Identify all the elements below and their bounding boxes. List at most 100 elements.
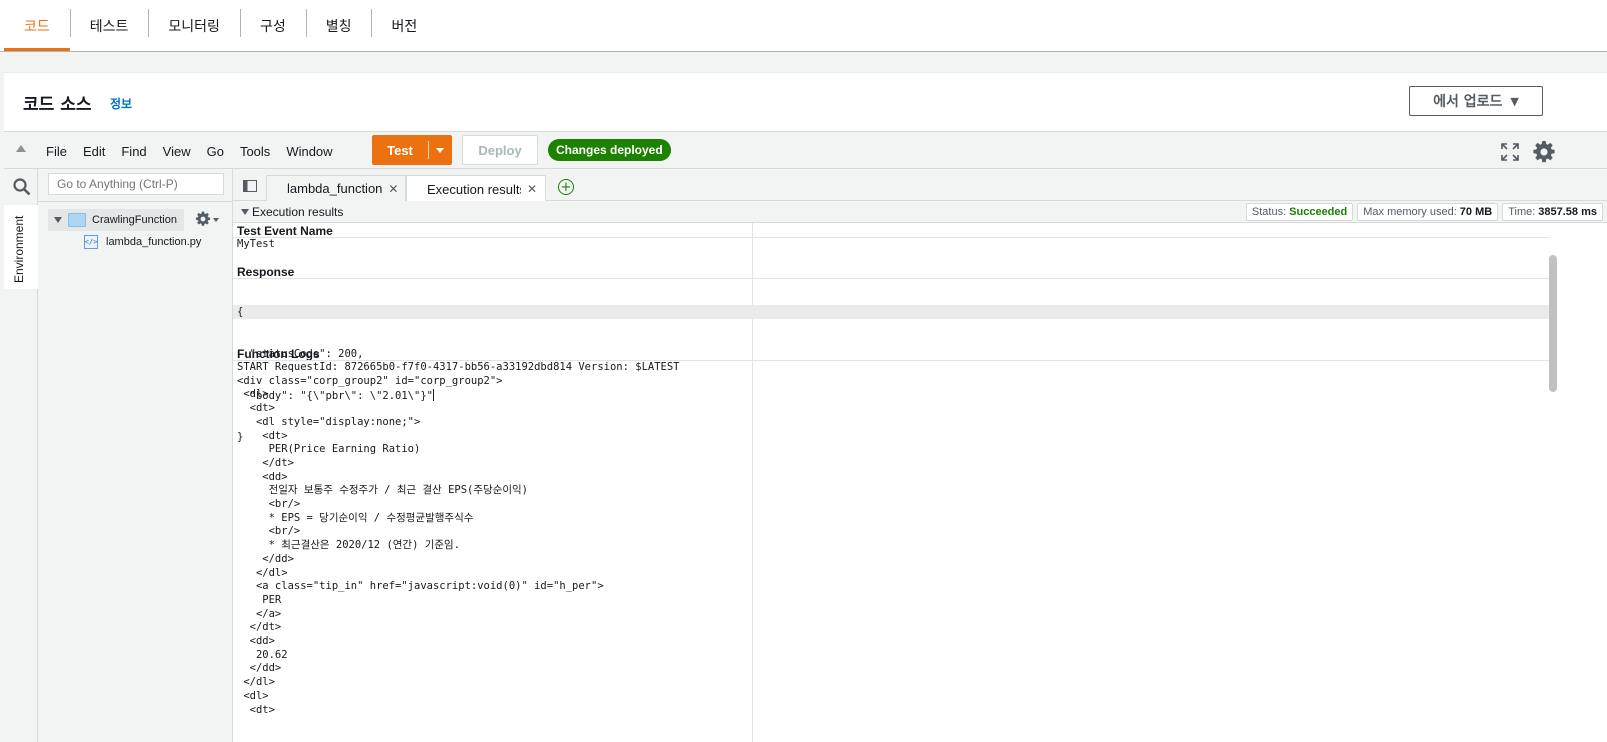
tab-configuration[interactable]: 구성 [239,1,306,51]
python-file-icon: </> [84,235,98,249]
tab-aliases[interactable]: 별칭 [305,1,372,51]
menu-find[interactable]: Find [113,144,154,159]
add-tab-icon[interactable]: + [558,179,574,195]
tree-gear-caret-icon[interactable] [213,218,219,222]
upload-button-label: 에서 업로드 [1433,94,1503,110]
fullscreen-icon[interactable] [1501,143,1519,161]
results-title: Execution results [252,205,344,219]
page-title: 코드 소스 [23,95,92,115]
function-logs: START RequestId: 872665b0-f7f0-4317-bb56… [237,361,680,717]
execution-output: Test Event Name MyTest Response { "statu… [233,223,1607,742]
settings-gear-icon[interactable] [1532,140,1556,164]
vertical-scrollbar[interactable] [1549,255,1557,392]
search-icon[interactable] [13,178,31,196]
log-line: <dt> [237,402,275,415]
editor-tab-execution-results[interactable]: Execution results ✕ [406,175,546,202]
log-line: <dt> [237,429,288,442]
tab-code[interactable]: 코드 [4,1,70,51]
test-event-title: Test Event Name [237,224,333,238]
tab-list-icon[interactable] [243,180,257,192]
log-line: </dd> [237,552,294,565]
memory-chip: Max memory used: 70 MB [1357,203,1499,221]
tree-divider [38,201,232,202]
go-to-anything-input[interactable] [48,173,224,195]
menu-tools[interactable]: Tools [232,144,278,159]
menu-view[interactable]: View [155,144,199,159]
results-header: Execution results Status: Succeeded Max … [233,201,1607,223]
log-line: <dd> [237,470,288,483]
editor-tab-bar: lambda_function ✕ Execution results ✕ + [233,169,1607,202]
log-line: START RequestId: 872665b0-f7f0-4317-bb56… [237,361,680,373]
log-line: </a> [237,607,282,620]
left-rail: Environment [4,169,38,742]
test-button[interactable]: Test [372,135,452,165]
close-icon[interactable]: ✕ [527,182,537,196]
log-line: <dl style="display:none;"> [237,415,421,428]
log-line: </dl> [237,676,275,689]
deploy-button[interactable]: Deploy [462,135,538,165]
ide-menu-bar: File Edit Find View Go Tools Window [38,132,341,170]
log-line: <dd> [237,635,275,648]
editor-tab-lambda-function[interactable]: lambda_function ✕ [266,175,406,201]
menu-file[interactable]: File [38,144,75,159]
section-divider [233,237,1549,238]
environment-tab-label: Environment [12,215,26,283]
log-line: * EPS = 당기순이익 / 수정평균발행주식수 [237,511,474,524]
status-value: Succeeded [1289,206,1348,218]
log-line: <dl> [237,388,269,401]
ide-toolbar: File Edit Find View Go Tools Window Test… [4,131,1607,169]
caret-down-icon: ▼ [1510,94,1519,108]
info-link[interactable]: 정보 [110,95,132,112]
log-line: <div class="corp_group2" id="corp_group2… [237,374,503,387]
folder-icon [68,213,86,227]
log-line: <br/> [237,525,301,538]
editor-tab-label: Execution results [427,181,521,197]
collapse-up-icon[interactable] [16,145,26,152]
test-dropdown-icon[interactable] [436,147,444,153]
log-line: 전일자 보통주 수정주가 / 최근 결산 EPS(주당순이익) [237,484,529,497]
code-source-panel: 코드 소스 정보 에서 업로드 ▼ File Edit Find View Go… [4,72,1607,742]
log-line: <br/> [237,498,301,511]
response-title: Response [237,265,295,279]
test-button-label: Test [387,142,413,158]
test-event-value: MyTest [237,238,275,250]
log-line: </dd> [237,662,282,675]
tree-gear-icon[interactable] [195,211,211,227]
memory-value: 70 MB [1459,206,1493,218]
close-icon[interactable]: ✕ [388,182,398,196]
logs-title: Function Logs [237,347,320,361]
status-chip: Status: Succeeded [1245,203,1354,221]
tab-versions[interactable]: 버전 [371,1,437,51]
log-line: <dl> [237,689,269,702]
memory-label: Max memory used: [1363,206,1457,218]
log-line: PER [237,593,282,606]
collapse-triangle-icon[interactable] [241,209,249,215]
column-divider [752,223,753,742]
time-chip: Time: 3857.58 ms [1502,203,1603,221]
log-line: <dt> [237,703,275,716]
file-label: lambda_function.py [106,236,202,248]
log-line: </dt> [237,456,294,469]
menu-window[interactable]: Window [278,144,340,159]
top-tab-bar: 코드 테스트 모니터링 구성 별칭 버전 [0,0,1607,52]
result-stats: Status: Succeeded Max memory used: 70 MB… [1245,203,1603,221]
log-line: </dt> [237,621,282,634]
status-label: Status: [1251,206,1287,218]
editor-tab-label: lambda_function [287,181,383,196]
tab-monitoring[interactable]: 모니터링 [148,1,240,51]
file-tree: CrawlingFunction </> lambda_function.py [38,169,233,742]
menu-edit[interactable]: Edit [75,144,113,159]
time-label: Time: [1508,206,1536,218]
log-line: * 최근결산은 2020/12 (연간) 기준임. [237,539,461,552]
environment-tab[interactable]: Environment [4,205,38,289]
folder-crawlingfunction[interactable]: CrawlingFunction [48,209,184,231]
log-line: PER(Price Earning Ratio) [237,443,421,456]
upload-from-button[interactable]: 에서 업로드 ▼ [1409,86,1543,116]
menu-go[interactable]: Go [199,144,232,159]
file-lambda-function[interactable]: </> lambda_function.py [84,235,201,249]
expand-triangle-icon[interactable] [54,217,62,223]
tab-test[interactable]: 테스트 [69,1,149,51]
folder-label: CrawlingFunction [92,214,177,226]
test-button-separator [428,141,429,159]
log-line: 20.62 [237,648,288,661]
